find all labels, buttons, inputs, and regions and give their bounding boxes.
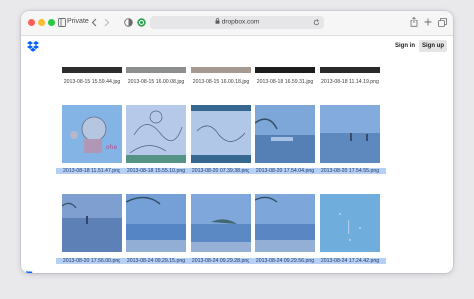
file-name[interactable]: 2013-08-20 17.54.55.png — [314, 168, 386, 174]
privacy-shield-icon[interactable] — [124, 18, 133, 27]
file-name[interactable]: 2013-08-24 09.29.15.png — [120, 258, 192, 264]
private-tab-label: Private — [67, 18, 89, 25]
file-thumbnail[interactable] — [62, 67, 122, 73]
file-grid: 2013-08-15 15.59.44.jpg 2013-08-15 16.00… — [21, 36, 453, 273]
lock-icon — [215, 18, 220, 24]
file-thumbnail[interactable] — [62, 194, 122, 252]
file-thumbnail[interactable] — [126, 105, 186, 163]
file-thumbnail[interactable] — [255, 105, 315, 163]
browser-toolbar: Private dropbox.com — [21, 11, 453, 36]
tab-overview-icon[interactable] — [438, 18, 447, 27]
file-name[interactable]: 2013-08-24 09.29.56.png — [249, 258, 321, 264]
file-name[interactable]: 2013-08-20 17.56.00.png — [56, 258, 128, 264]
dropbox-page: Sign in Sign up 2013-08-15 15.59.44.jpg … — [21, 36, 453, 273]
address-bar[interactable]: dropbox.com — [150, 16, 324, 29]
file-name[interactable]: 2013-08-18 11.51.47.png — [56, 168, 128, 174]
file-name[interactable]: 2013-08-18 16.59.31.jpg — [249, 79, 321, 85]
browser-window: Private dropbox.com Sign in Sign up 2013… — [21, 11, 453, 273]
minimize-window-button[interactable] — [38, 19, 45, 26]
file-thumbnail[interactable] — [191, 194, 251, 252]
close-window-button[interactable] — [28, 19, 35, 26]
file-thumbnail[interactable]: ohe — [62, 105, 122, 163]
url-text: dropbox.com — [221, 18, 260, 26]
file-thumbnail[interactable] — [320, 67, 380, 73]
file-name[interactable]: 2013-08-18 11.14.19.png — [314, 79, 386, 85]
share-icon[interactable] — [410, 17, 418, 27]
file-name[interactable]: 2013-08-18 15.55.10.png — [120, 168, 192, 174]
file-name[interactable]: 2013-08-24 09.29.28.png — [185, 258, 257, 264]
file-name[interactable]: 2013-08-15 15.59.44.jpg — [56, 79, 128, 85]
back-icon[interactable] — [91, 18, 97, 27]
reload-icon[interactable] — [313, 19, 320, 26]
zoom-window-button[interactable] — [48, 19, 55, 26]
forward-icon[interactable] — [104, 18, 110, 27]
file-thumbnail[interactable] — [191, 67, 251, 73]
new-tab-icon[interactable] — [424, 18, 432, 26]
file-thumbnail[interactable] — [126, 194, 186, 252]
file-thumbnail[interactable] — [126, 67, 186, 73]
file-name[interactable]: 2013-08-20 17.54.04.png — [249, 168, 321, 174]
file-thumbnail[interactable] — [320, 105, 380, 163]
feedback-flag-icon[interactable] — [26, 271, 33, 273]
file-name[interactable]: 2013-08-24 17.24.42.png — [314, 258, 386, 264]
extension-icon[interactable] — [137, 18, 146, 27]
file-name[interactable]: 2013-08-15 16.00.18.jpg — [185, 79, 257, 85]
sidebar-icon[interactable] — [58, 18, 66, 27]
file-name[interactable]: 2013-08-20 07.39.38.png — [185, 168, 257, 174]
file-thumbnail[interactable] — [255, 67, 315, 73]
file-thumbnail[interactable] — [320, 194, 380, 252]
file-name[interactable]: 2013-08-15 16.00.08.jpg — [120, 79, 192, 85]
file-thumbnail[interactable] — [191, 105, 251, 163]
file-thumbnail[interactable] — [255, 194, 315, 252]
